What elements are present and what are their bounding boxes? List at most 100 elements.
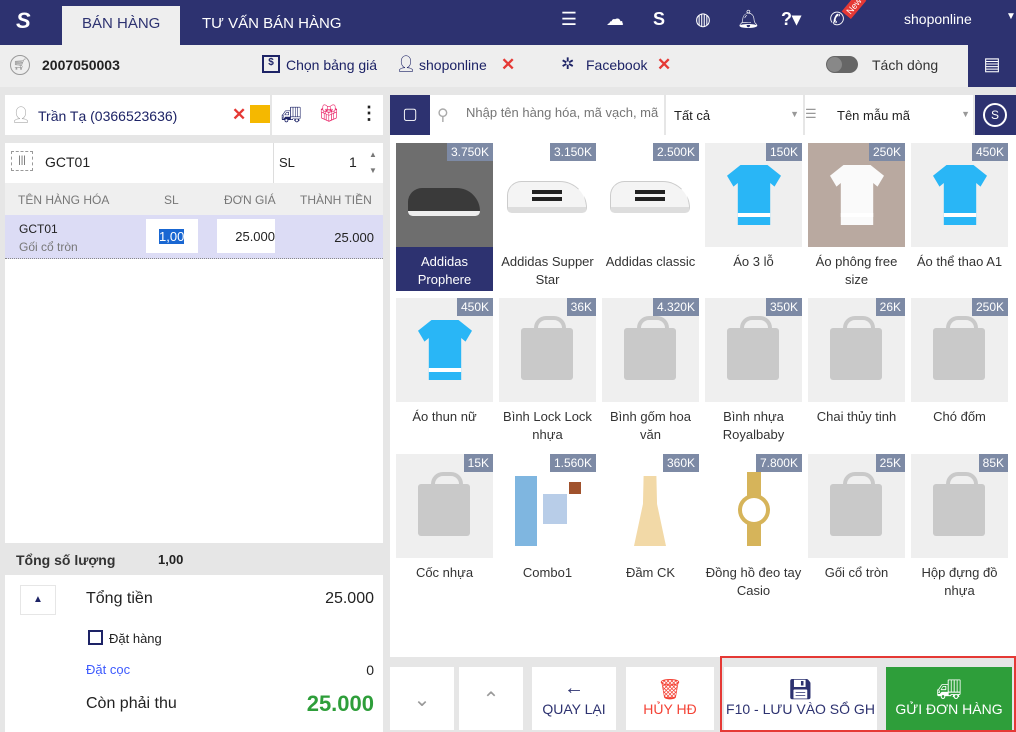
qty-stepper[interactable]: ▲ ▼ <box>369 147 377 179</box>
scroll-up-button[interactable]: ⌃ <box>459 667 523 730</box>
bell-icon[interactable]: 🔔︎ <box>737 8 760 30</box>
cloud-sync-icon[interactable]: ☁ <box>604 8 626 30</box>
user-menu[interactable]: shoponline <box>904 11 972 27</box>
product-card[interactable]: 150K Áo 3 lỗ <box>705 143 802 271</box>
send-order-button[interactable]: 🚚︎ GỬI ĐƠN HÀNG <box>886 667 1012 730</box>
product-name: Hộp đựng đồ nhựa <box>921 565 998 598</box>
price-list-button[interactable]: Chọn bảng giá <box>286 57 377 73</box>
split-lines-toggle[interactable] <box>826 56 858 73</box>
row-price-input[interactable]: 25.000 <box>217 219 275 253</box>
scroll-down-button[interactable]: ⌄ <box>390 667 454 730</box>
chevron-down-icon: ▼ <box>790 109 799 119</box>
chevron-up-icon: ⌃ <box>482 689 500 711</box>
remove-seller-icon[interactable]: ✕ <box>501 55 515 75</box>
product-image: 250K <box>911 298 1008 402</box>
top-header: S BÁN HÀNG TƯ VẤN BÁN HÀNG ☰ ☁ S ◍ 🔔︎ ?▾… <box>0 0 1016 45</box>
product-card[interactable]: 36K Bình Lock Lock nhựa <box>499 298 596 444</box>
search-input[interactable] <box>466 105 662 120</box>
cancel-order-button[interactable]: 🗑︎ HỦY HĐ <box>626 667 714 730</box>
customer-name[interactable]: Trần Tạ (0366523636) <box>38 108 177 124</box>
product-card[interactable]: 3.750K Addidas Prophere <box>396 143 493 291</box>
table-row[interactable]: GCT01 Gối cổ tròn 1,00 25.000 25.000 <box>5 215 383 259</box>
product-card[interactable]: 7.800K Đồng hồ đeo tay Casio <box>705 454 802 600</box>
product-image: 3.750K <box>396 143 493 247</box>
product-name: Addidas Prophere <box>396 247 493 291</box>
product-card[interactable]: 350K Bình nhựa Royalbaby <box>705 298 802 444</box>
product-card[interactable]: 85K Hộp đựng đồ nhựa <box>911 454 1008 600</box>
product-card[interactable]: 15K Cốc nhựa <box>396 454 493 582</box>
product-price: 25K <box>875 454 905 472</box>
product-image: 85K <box>911 454 1008 558</box>
product-image: 150K <box>705 143 802 247</box>
globe-icon[interactable]: ◍ <box>692 8 714 30</box>
product-card[interactable]: 2.500K Addidas classic <box>602 143 699 271</box>
product-card[interactable]: 250K Chó đốm <box>911 298 1008 426</box>
product-image: 36K <box>499 298 596 402</box>
chevron-down-icon[interactable]: ▼ <box>1006 11 1016 22</box>
product-name: Áo thể thao A1 <box>916 254 1003 269</box>
product-card[interactable]: 360K Đầm CK <box>602 454 699 582</box>
product-image: 250K <box>808 143 905 247</box>
product-name: Addidas classic <box>605 254 696 269</box>
remove-channel-icon[interactable]: ✕ <box>657 55 671 75</box>
col-total: THÀNH TIỀN <box>300 193 372 207</box>
product-image: 450K <box>396 298 493 402</box>
product-name: Bình nhựa Royalbaby <box>722 409 785 442</box>
customer-card-icon[interactable] <box>250 105 270 123</box>
product-card[interactable]: 1.560K Combo1 <box>499 454 596 582</box>
total-label: Tổng tiền <box>86 590 153 607</box>
col-price: ĐƠN GIÁ <box>224 193 276 207</box>
product-card[interactable]: 26K Chai thủy tinh <box>808 298 905 426</box>
product-name: Addidas Supper Star <box>501 254 594 287</box>
product-price: 250K <box>868 143 905 161</box>
order-checkbox[interactable] <box>88 630 103 645</box>
product-grid: 3.750K Addidas Prophere 3.150K Addidas Supp… <box>390 135 1016 657</box>
help-icon[interactable]: ?▾ <box>780 8 802 30</box>
product-search[interactable]: ⚲ <box>430 95 664 135</box>
product-card[interactable]: 25K Gối cổ tròn <box>808 454 905 582</box>
back-button[interactable]: ← QUAY LẠI <box>532 667 616 730</box>
product-name: Bình Lock Lock nhựa <box>503 409 592 442</box>
sort-select[interactable]: ☰ Tên mẫu mã ▼ <box>805 95 973 135</box>
product-image: 7.800K <box>705 454 802 558</box>
product-card[interactable]: 4.320K Bình gốm hoa văn <box>602 298 699 444</box>
delivery-truck-icon[interactable]: 🚚︎ <box>281 105 301 125</box>
product-name: Gối cổ tròn <box>824 565 889 580</box>
barcode-icon: ||| <box>11 151 33 171</box>
send-label: GỬI ĐƠN HÀNG <box>895 701 1003 717</box>
product-image: 15K <box>396 454 493 558</box>
save-order-button[interactable]: 💾︎ F10 - LƯU VÀO SỔ GH <box>724 667 877 730</box>
trash-icon: 🗑︎ <box>657 679 683 701</box>
product-price: 4.320K <box>652 298 699 316</box>
product-card[interactable]: 450K Áo thun nữ <box>396 298 493 426</box>
remove-customer-icon[interactable]: ✕ <box>232 105 246 125</box>
sapo-icon[interactable]: S <box>648 8 670 30</box>
price-mode-button[interactable]: S <box>975 95 1016 135</box>
product-card[interactable]: 250K Áo phông free size <box>808 143 905 289</box>
product-card[interactable]: 450K Áo thể thao A1 <box>911 143 1008 271</box>
product-price: 350K <box>765 298 802 316</box>
product-price: 450K <box>456 298 493 316</box>
row-qty-input[interactable]: 1,00 <box>146 219 198 253</box>
product-image: 360K <box>602 454 699 558</box>
more-icon[interactable]: ⋮ <box>360 103 378 124</box>
channel-name[interactable]: Facebook <box>586 57 647 73</box>
product-view-button[interactable]: ▢ <box>390 95 430 135</box>
product-price: 2.500K <box>652 143 699 161</box>
collapse-button[interactable]: ▲ <box>20 585 56 615</box>
gift-icon[interactable]: 🎁︎ <box>318 104 340 124</box>
layout-toggle-button[interactable]: ▤ <box>968 41 1016 87</box>
total-qty-label: Tổng số lượng <box>16 552 116 568</box>
tab-ban-hang[interactable]: BÁN HÀNG <box>62 6 181 45</box>
deposit-link[interactable]: Đặt cọc <box>86 662 130 677</box>
barcode-input[interactable]: GCT01 <box>45 154 90 170</box>
product-price: 450K <box>971 143 1008 161</box>
summary-panel: ▲ Tổng tiền 25.000 Đặt hàng Đặt cọc 0 Cò… <box>5 575 383 732</box>
menu-icon[interactable]: ☰ <box>558 8 580 30</box>
seller-name[interactable]: shoponline <box>419 57 487 73</box>
tab-tu-van-ban-hang[interactable]: TƯ VẤN BÁN HÀNG <box>182 6 362 45</box>
product-card[interactable]: 3.150K Addidas Supper Star <box>499 143 596 289</box>
category-select[interactable]: Tất cả ▼ <box>666 95 803 135</box>
qty-input[interactable]: 1 <box>349 154 357 170</box>
category-value: Tất cả <box>674 108 711 123</box>
